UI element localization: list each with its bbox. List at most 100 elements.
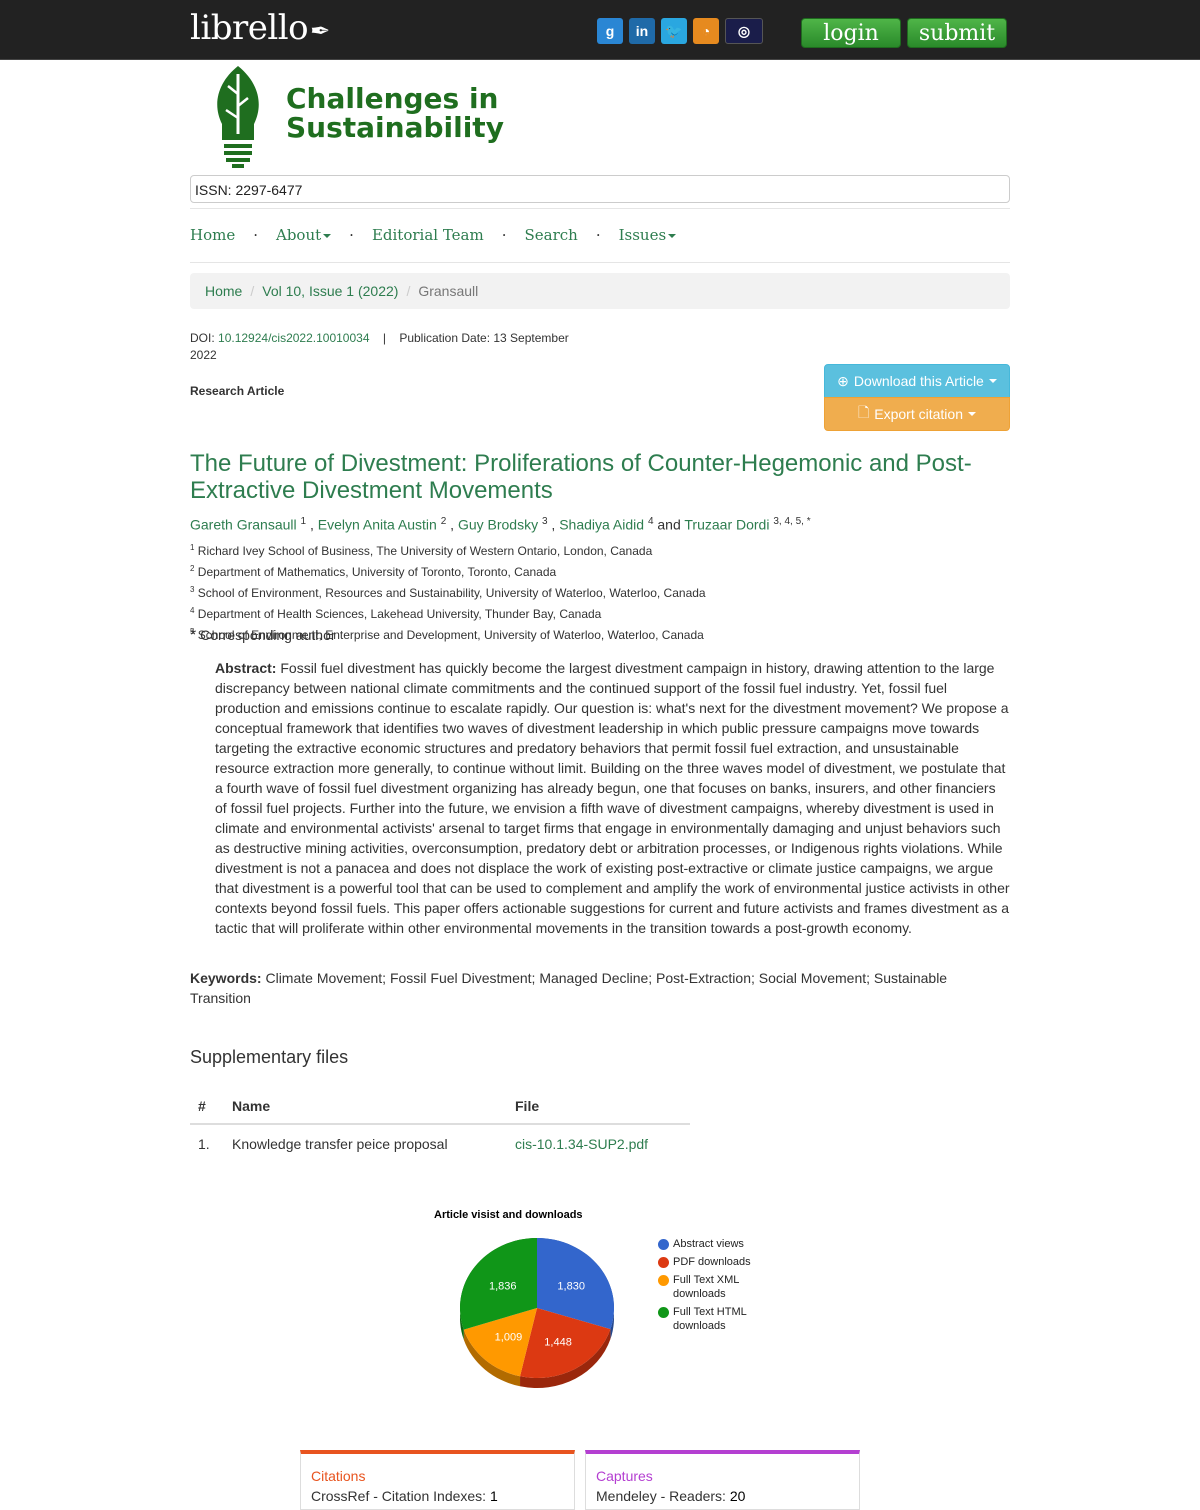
legend-item[interactable]: Abstract views	[658, 1237, 757, 1251]
nav-separator: ·	[595, 226, 601, 244]
file-name: Knowledge transfer peice proposal	[232, 1135, 448, 1152]
legend-item[interactable]: Full Text HTML downloads	[658, 1305, 757, 1333]
article-title: The Future of Divestment: Proliferations…	[190, 450, 972, 504]
export-label: Export citation	[874, 406, 963, 422]
article-type: Research Article	[190, 384, 285, 398]
author-affiliation: 3, 4, 5, *	[773, 516, 811, 527]
nav-about[interactable]: About	[276, 226, 332, 244]
author-link[interactable]: Gareth Gransaull	[190, 517, 297, 533]
nav-about-label: About	[276, 226, 322, 244]
submit-label: submit	[918, 20, 996, 46]
caret-down-icon	[323, 234, 332, 238]
supplementary-heading: Supplementary files	[190, 1047, 349, 1067]
pie-chart: 1,830 1,448 1,009 1,836	[460, 1238, 614, 1388]
keywords-text: Climate Movement; Fossil Fuel Divestment…	[190, 970, 948, 1006]
citations-count: 1	[489, 1488, 498, 1504]
download-icon: ⊕	[837, 372, 849, 389]
pie-slice-label: 1,830	[557, 1280, 585, 1292]
caret-down-icon	[668, 234, 677, 238]
affiliation: 2 Department of Mathematics, University …	[190, 560, 706, 581]
breadcrumb-separator: /	[250, 283, 255, 299]
affiliation: 3 School of Environment, Resources and S…	[190, 581, 706, 602]
author-link[interactable]: Evelyn Anita Austin	[318, 517, 437, 533]
login-label: login	[823, 20, 879, 46]
author-affiliation: 3	[541, 516, 548, 527]
captures-card: Captures Mendeley - Readers: 20	[585, 1450, 860, 1510]
author-affiliation: 4	[647, 516, 654, 527]
login-button[interactable]: login	[801, 18, 901, 48]
caret-down-icon	[967, 412, 976, 416]
affiliation-num: 4	[190, 606, 195, 615]
breadcrumb-issue[interactable]: Vol 10, Issue 1 (2022)	[262, 283, 398, 299]
pie-slice-label: 1,836	[489, 1280, 517, 1292]
nav-home[interactable]: Home	[190, 226, 235, 244]
journal-title-line2: Sustainability	[286, 111, 504, 144]
nav-search[interactable]: Search	[525, 226, 578, 244]
column-header: #	[190, 1088, 224, 1125]
divider	[190, 262, 1010, 263]
author-link[interactable]: Shadiya Aidid	[559, 517, 644, 533]
column-header: Name	[224, 1088, 507, 1125]
download-article-button[interactable]: ⊕ Download this Article	[824, 364, 1010, 398]
affiliation-num: 1	[190, 543, 195, 552]
legend-item[interactable]: PDF downloads	[658, 1255, 757, 1269]
article-meta: DOI: 10.12924/cis2022.10010034 | Publica…	[190, 330, 580, 364]
nav-issues[interactable]: Issues	[619, 226, 677, 244]
file-cell: cis-10.1.34-SUP2.pdf	[507, 1124, 690, 1162]
author-list: Gareth Gransaull 1 , Evelyn Anita Austin…	[190, 516, 811, 533]
download-label: Download this Article	[853, 373, 984, 389]
affiliation-num: 3	[190, 585, 195, 594]
captures-row: Mendeley - Readers: 20	[596, 1488, 849, 1504]
author-link[interactable]: Truzaar Dordi	[684, 517, 769, 533]
affiliation-text: Department of Health Sciences, Lakehead …	[197, 607, 602, 621]
cross-icon[interactable]: ◎	[725, 18, 763, 44]
citations-row: CrossRef - Citation Indexes: 1	[311, 1488, 564, 1504]
pie-slice-label: 1,009	[495, 1331, 523, 1343]
citations-heading: Citations	[311, 1468, 366, 1484]
twitter-icon[interactable]: 🐦	[661, 18, 687, 44]
file-link[interactable]: cis-10.1.34-SUP2.pdf	[515, 1136, 648, 1152]
captures-heading: Captures	[596, 1468, 653, 1484]
submit-button[interactable]: submit	[907, 18, 1007, 48]
main-nav: Home · About · Editorial Team · Search ·…	[190, 226, 677, 244]
row-number: 1.	[198, 1135, 210, 1152]
affiliation-num: 2	[190, 564, 195, 573]
asterisk: *	[190, 627, 197, 644]
legend-item[interactable]: Full Text XML downloads	[658, 1273, 757, 1301]
nav-separator: ·	[501, 226, 507, 244]
issn-box: ISSN: 2297-6477	[190, 175, 1010, 203]
divider	[190, 208, 1010, 209]
breadcrumb: Home / Vol 10, Issue 1 (2022) / Gransaul…	[190, 273, 1010, 309]
breadcrumb-separator: /	[406, 283, 411, 299]
nav-editorial-team[interactable]: Editorial Team	[372, 226, 484, 244]
affiliation: 4 Department of Health Sciences, Lakehea…	[190, 602, 706, 623]
author-affiliation: 1	[300, 516, 307, 527]
google-icon[interactable]: g	[597, 18, 623, 44]
nav-separator: ·	[349, 226, 354, 244]
export-citation-button[interactable]: 🗋 Export citation	[824, 397, 1010, 431]
affiliation-text: Richard Ivey School of Business, The Uni…	[197, 544, 653, 558]
journal-title[interactable]: Challenges in Sustainability	[286, 84, 504, 142]
legend-label: Full Text HTML downloads	[673, 1306, 747, 1332]
keywords-label: Keywords:	[190, 970, 262, 986]
affiliation-text: Department of Mathematics, University of…	[197, 565, 557, 579]
citations-row-label: CrossRef - Citation Indexes:	[311, 1488, 487, 1504]
rss-icon[interactable]: ◔	[693, 18, 719, 44]
linkedin-icon[interactable]: in	[629, 18, 655, 44]
abstract-label: Abstract:	[215, 660, 277, 676]
legend-label: Abstract views	[673, 1238, 744, 1250]
pie-slice-label: 1,448	[544, 1336, 572, 1348]
top-bar: librello✒ g in 🐦 ◔ ◎ login submit	[0, 0, 1200, 60]
chart-title: Article visist and downloads	[434, 1209, 583, 1221]
lightbulb-leaf-icon	[217, 66, 259, 168]
nav-issues-label: Issues	[618, 226, 667, 244]
librello-logo[interactable]: librello✒	[190, 8, 330, 48]
keywords: Keywords: Climate Movement; Fossil Fuel …	[190, 968, 1010, 1008]
brand-text: librello	[190, 8, 309, 48]
abstract: Abstract: Fossil fuel divestment has qui…	[215, 658, 1011, 938]
doi-link[interactable]: 10.12924/cis2022.10010034	[218, 331, 369, 345]
table-header-row: # Name File	[190, 1088, 690, 1125]
breadcrumb-home[interactable]: Home	[205, 283, 242, 299]
file-icon: 🗋	[858, 404, 870, 420]
author-link[interactable]: Guy Brodsky	[458, 517, 538, 533]
